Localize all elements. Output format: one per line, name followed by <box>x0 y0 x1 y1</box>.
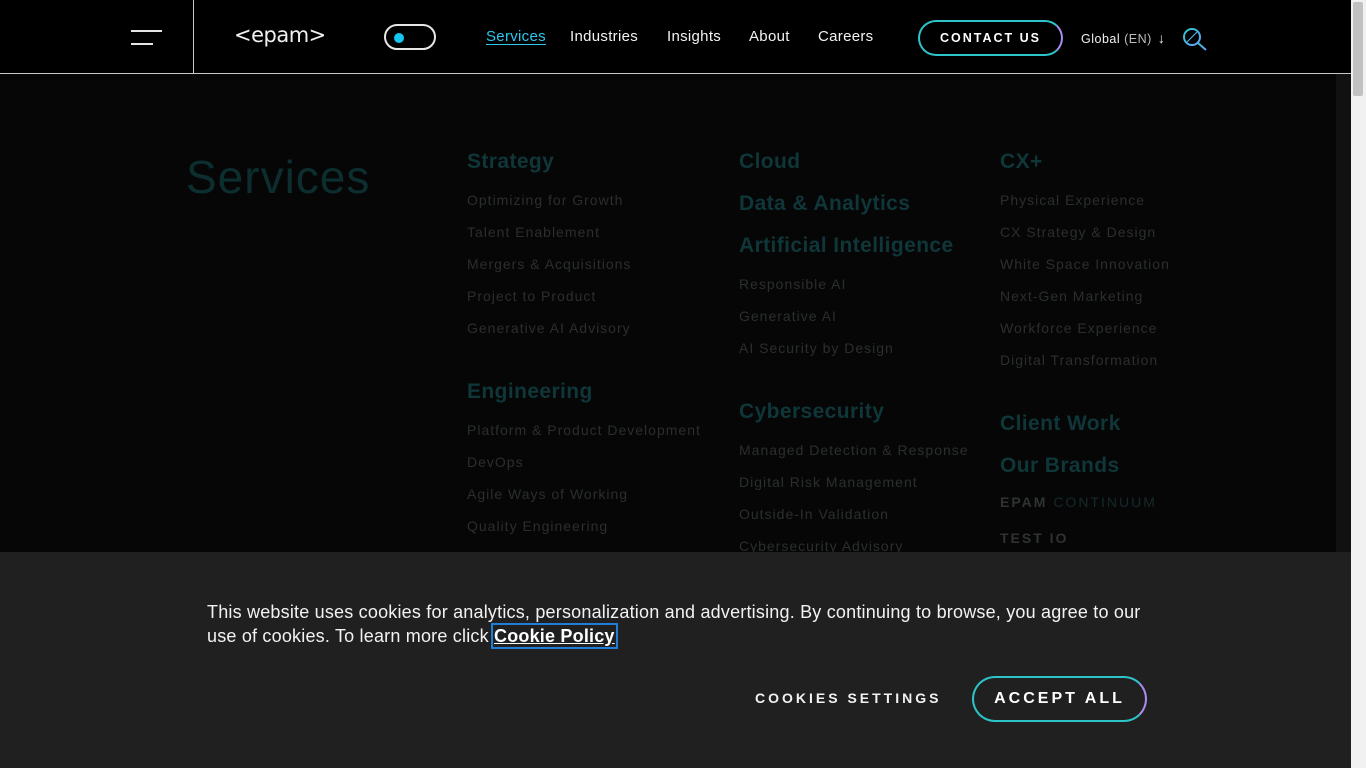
menu-item-managed-detection-response[interactable]: Managed Detection & Response <box>739 442 969 458</box>
nav-industries[interactable]: Industries <box>570 28 638 45</box>
menu-item-quality-engineering[interactable]: Quality Engineering <box>467 518 608 534</box>
menu-item-platform-product-development[interactable]: Platform & Product Development <box>467 422 701 438</box>
menu-item-ai-security-by-design[interactable]: AI Security by Design <box>739 340 894 356</box>
cookies-settings-button[interactable]: COOKIES SETTINGS <box>755 690 941 706</box>
hamburger-line-bottom <box>131 43 153 45</box>
menu-item-talent-enablement[interactable]: Talent Enablement <box>467 224 600 240</box>
brand-epam-text: EPAM <box>1000 494 1048 510</box>
menu-item-mergers-acquisitions[interactable]: Mergers & Acquisitions <box>467 256 631 272</box>
menu-heading-artificial-intelligence[interactable]: Artificial Intelligence <box>739 234 954 258</box>
menu-heading-our-brands[interactable]: Our Brands <box>1000 454 1120 478</box>
menu-item-project-to-product[interactable]: Project to Product <box>467 288 596 304</box>
cookie-message: This website uses cookies for analytics,… <box>207 600 1167 649</box>
menu-heading-strategy[interactable]: Strategy <box>467 150 554 174</box>
epam-logo[interactable]: <epam> <box>234 23 326 47</box>
cookie-policy-link[interactable]: Cookie Policy <box>491 623 618 649</box>
menu-heading-cloud[interactable]: Cloud <box>739 150 800 174</box>
page-scrollbar-thumb[interactable] <box>1353 2 1363 96</box>
menu-item-digital-transformation[interactable]: Digital Transformation <box>1000 352 1158 368</box>
menu-heading-client-work[interactable]: Client Work <box>1000 412 1121 436</box>
menu-item-optimizing-for-growth[interactable]: Optimizing for Growth <box>467 192 623 208</box>
menu-item-white-space-innovation[interactable]: White Space Innovation <box>1000 256 1170 272</box>
menu-item-cx-strategy-design[interactable]: CX Strategy & Design <box>1000 224 1156 240</box>
page-scrollbar[interactable] <box>1351 0 1366 768</box>
menu-item-generative-ai[interactable]: Generative AI <box>739 308 837 324</box>
nav-insights[interactable]: Insights <box>667 28 721 45</box>
site-header: <epam> Services Industries Insights Abou… <box>0 0 1351 74</box>
menu-item-agile-ways-of-working[interactable]: Agile Ways of Working <box>467 486 628 502</box>
cookie-message-text: This website uses cookies for analytics,… <box>207 602 1141 646</box>
menu-item-physical-experience[interactable]: Physical Experience <box>1000 192 1145 208</box>
cookie-banner <box>0 552 1351 768</box>
nav-about[interactable]: About <box>749 28 790 45</box>
menu-item-responsible-ai[interactable]: Responsible AI <box>739 276 846 292</box>
language-selector[interactable]: Global (EN) ↓ <box>1081 30 1165 46</box>
menu-item-devops[interactable]: DevOps <box>467 454 524 470</box>
hamburger-line-top <box>131 30 162 32</box>
theme-toggle-knob <box>394 33 404 43</box>
brand-test-io[interactable]: TEST IO <box>1000 530 1068 546</box>
language-code: (EN) <box>1124 32 1152 46</box>
menu-item-next-gen-marketing[interactable]: Next-Gen Marketing <box>1000 288 1143 304</box>
menu-heading-data-analytics[interactable]: Data & Analytics <box>739 192 910 216</box>
nav-careers[interactable]: Careers <box>818 28 873 45</box>
menu-heading-engineering[interactable]: Engineering <box>467 380 593 404</box>
nav-services[interactable]: Services <box>486 28 546 45</box>
brand-continuum-text: CONTINUUM <box>1053 494 1157 510</box>
accept-all-button[interactable]: ACCEPT ALL <box>972 676 1147 722</box>
language-region: Global <box>1081 32 1121 46</box>
arrow-down-icon: ↓ <box>1157 30 1166 46</box>
menu-item-generative-ai-advisory[interactable]: Generative AI Advisory <box>467 320 631 336</box>
menu-heading-cx[interactable]: CX+ <box>1000 150 1043 174</box>
menu-item-digital-risk-management[interactable]: Digital Risk Management <box>739 474 918 490</box>
header-divider <box>193 0 194 74</box>
menu-item-outside-in-validation[interactable]: Outside-In Validation <box>739 506 889 522</box>
contact-us-button[interactable]: CONTACT US <box>918 20 1063 56</box>
hamburger-menu-icon[interactable] <box>131 30 162 46</box>
brand-epam-continuum[interactable]: EPAM CONTINUUM <box>1000 494 1157 510</box>
menu-item-workforce-experience[interactable]: Workforce Experience <box>1000 320 1157 336</box>
menu-scrollbar[interactable] <box>1336 74 1351 552</box>
menu-title: Services <box>186 151 371 203</box>
menu-heading-cybersecurity[interactable]: Cybersecurity <box>739 400 884 424</box>
theme-toggle[interactable] <box>384 24 436 50</box>
search-icon[interactable] <box>1182 27 1208 51</box>
